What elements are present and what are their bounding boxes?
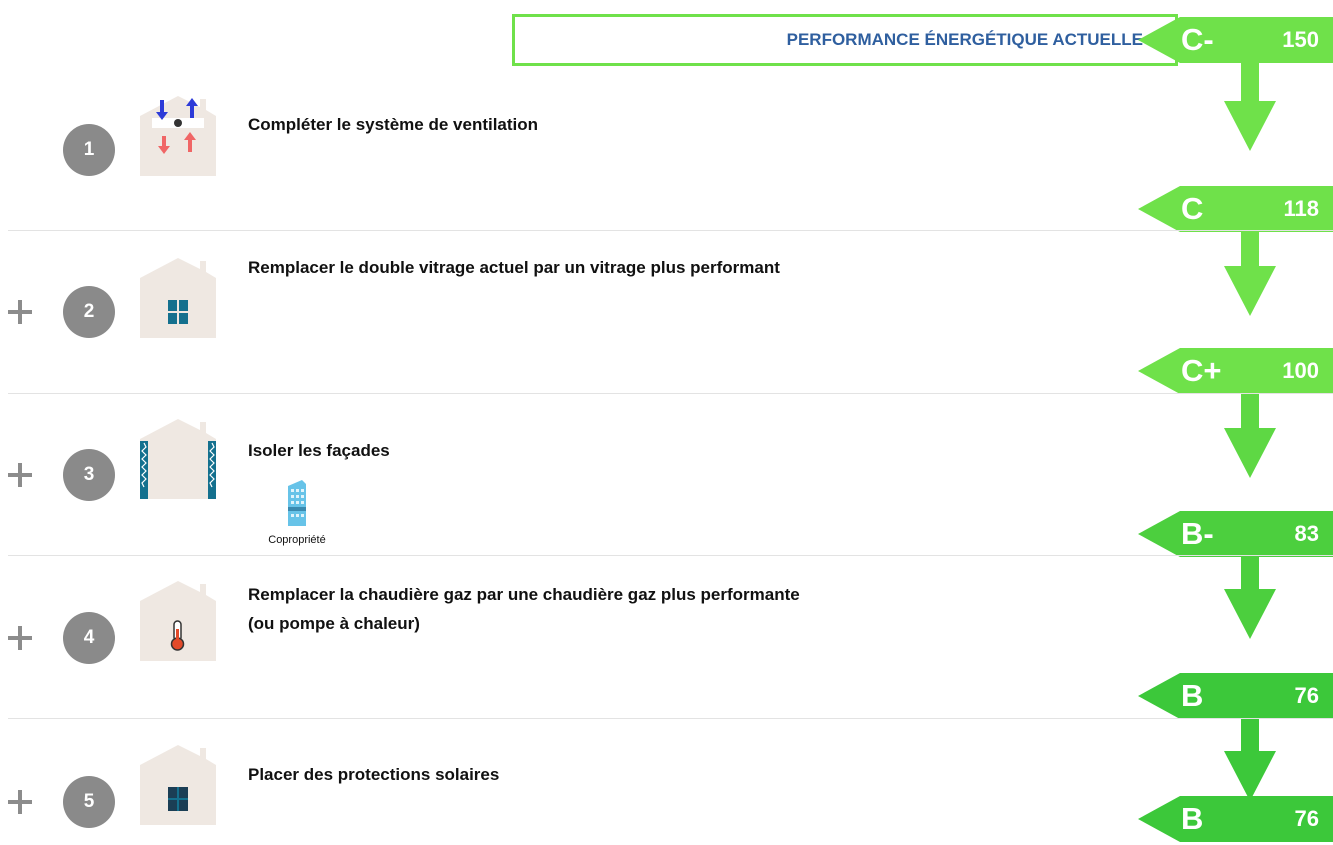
step-number-badge: 2 [63,286,115,338]
current-performance-label: PERFORMANCE ÉNERGÉTIQUE ACTUELLE [786,30,1143,49]
down-arrow-icon [1224,557,1276,639]
step-title: Placer des protections solaires [248,765,500,784]
step-title: Remplacer le double vitrage actuel par u… [248,258,780,277]
energy-badge-step2: C+ 100 [1138,348,1333,394]
energy-badge-step4: B 76 [1138,673,1333,719]
current-performance-box: PERFORMANCE ÉNERGÉTIQUE ACTUELLE [512,14,1178,66]
plus-icon [8,626,32,650]
step-number-badge: 3 [63,449,115,501]
down-arrow-icon [1224,63,1276,151]
window-icon [140,258,216,338]
energy-badge-current: C- 150 [1138,17,1333,63]
energy-badge-step5: B 76 [1138,796,1333,842]
copropriete-tag: Copropriété [262,480,332,546]
energy-badge-step3: B- 83 [1138,511,1333,557]
step-number-badge: 5 [63,776,115,828]
solar-shade-icon [140,745,216,825]
badge-value: 76 [1294,683,1319,708]
badge-letter: B- [1181,516,1214,551]
plus-icon [8,300,32,324]
badge-letter: C+ [1181,353,1222,388]
badge-letter: B [1181,801,1204,836]
down-arrow-icon [1224,394,1276,478]
badge-value: 83 [1294,521,1319,546]
badge-value: 100 [1282,358,1319,383]
step-title: Compléter le système de ventilation [248,115,539,134]
row-divider [8,718,1333,719]
thermometer-icon [140,581,216,661]
copropriete-label: Copropriété [268,534,326,546]
badge-value: 150 [1282,27,1319,52]
row-divider [8,555,1333,556]
building-icon [288,480,306,526]
row-divider [8,393,1333,394]
plus-icon [8,463,32,487]
ventilation-icon [140,96,216,176]
step-title: Remplacer la chaudière gaz par une chaud… [248,585,800,633]
badge-letter: C- [1181,22,1214,57]
step-number-badge: 1 [63,124,115,176]
badge-letter: C [1181,191,1204,226]
row-divider [8,230,1333,231]
badge-value: 118 [1283,196,1320,221]
down-arrow-icon [1224,719,1276,801]
step-number-badge: 4 [63,612,115,664]
energy-badge-step1: C 118 [1138,186,1333,232]
down-arrow-icon [1224,232,1276,316]
badge-letter: B [1181,678,1204,713]
step-title: Isoler les façades [248,441,390,460]
badge-value: 76 [1294,806,1319,831]
plus-icon [8,790,32,814]
facade-insulation-icon [140,419,216,499]
